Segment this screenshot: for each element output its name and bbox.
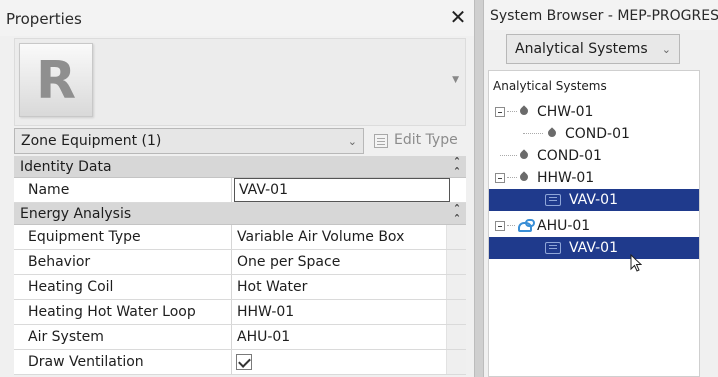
type-selector-row: Zone Equipment (1) ⌄ Edit Type (14, 128, 466, 154)
row-gutter (446, 300, 466, 324)
collapse-toggle-icon[interactable] (495, 107, 505, 117)
type-preview: R ▼ (14, 38, 466, 126)
tree-item-cond-01-child[interactable]: COND-01 (489, 123, 699, 145)
heating-coil-value[interactable]: Hot Water (233, 275, 446, 299)
properties-title-bar: Properties ✕ (0, 0, 474, 36)
row-gutter (446, 325, 466, 349)
property-row-heating-hot-water-loop: Heating Hot Water Loop HHW-01 (14, 300, 466, 325)
property-row-draw-ventilation: Draw Ventilation (14, 350, 466, 375)
chevron-down-icon: ⌄ (661, 43, 671, 56)
system-browser-title: System Browser - MEP-PROGRESS (490, 8, 718, 24)
tree-item-hhw-01[interactable]: HHW-01 (489, 167, 699, 189)
properties-scrollbar-track[interactable] (466, 36, 474, 377)
revit-logo-icon: R (19, 43, 93, 117)
property-name: Behavior (14, 250, 232, 274)
air-system-value[interactable]: AHU-01 (233, 325, 446, 349)
row-gutter (446, 275, 466, 299)
property-row-name: Name VAV-01 (14, 178, 466, 203)
tree-item-label: HHW-01 (537, 170, 595, 186)
properties-panel: Properties ✕ R ▼ Zone Equipment (1) ⌄ Ed… (0, 0, 474, 377)
properties-grid: Identity Data ˆˆ Name VAV-01 Energy Anal… (14, 156, 466, 375)
tree-item-vav-01-hhw[interactable]: VAV-01 (489, 189, 699, 211)
vav-box-icon (545, 194, 561, 206)
edit-type-button[interactable]: Edit Type (372, 128, 466, 154)
property-row-equipment-type: Equipment Type Variable Air Volume Box (14, 225, 466, 250)
draw-ventilation-checkbox[interactable] (236, 354, 252, 370)
tree-connector (523, 133, 543, 134)
behavior-value[interactable]: One per Space (233, 250, 446, 274)
water-drop-icon (519, 105, 529, 118)
tree-connector (500, 155, 517, 156)
tree-item-label: AHU-01 (537, 218, 591, 234)
water-drop-icon (547, 127, 557, 140)
row-gutter (446, 225, 466, 249)
water-drop-icon (519, 149, 529, 162)
collapse-toggle-icon[interactable] (495, 221, 505, 231)
water-drop-icon (519, 171, 529, 184)
chevron-down-icon: ⌄ (347, 135, 357, 148)
mouse-pointer-icon (630, 254, 642, 272)
air-handler-icon (517, 218, 535, 233)
tree-item-chw-01[interactable]: CHW-01 (489, 101, 699, 123)
property-row-heating-coil: Heating Coil Hot Water (14, 275, 466, 300)
property-name: Equipment Type (14, 225, 232, 249)
system-browser-panel: System Browser - MEP-PROGRESS Analytical… (484, 0, 718, 377)
equipment-type-value[interactable]: Variable Air Volume Box (233, 225, 446, 249)
systems-tree: Analytical Systems CHW-01 COND-01 COND-0… (488, 70, 700, 377)
row-gutter (446, 350, 466, 374)
close-icon[interactable]: ✕ (448, 6, 468, 28)
tree-connector (507, 225, 515, 226)
preview-dropdown-icon[interactable]: ▼ (452, 75, 459, 85)
tree-item-label: COND-01 (537, 148, 602, 164)
edit-type-label: Edit Type (394, 132, 458, 148)
tree-item-label: VAV-01 (569, 240, 618, 256)
tree-item-label: CHW-01 (537, 104, 594, 120)
category-identity-data[interactable]: Identity Data ˆˆ (14, 156, 466, 179)
category-energy-analysis[interactable]: Energy Analysis ˆˆ (14, 203, 466, 226)
tree-item-ahu-01[interactable]: AHU-01 (489, 215, 699, 237)
tree-item-label: COND-01 (565, 126, 630, 142)
property-name: Heating Hot Water Loop (14, 300, 232, 324)
tree-item-label: VAV-01 (569, 192, 618, 208)
edit-type-icon (374, 134, 388, 148)
name-field[interactable]: VAV-01 (234, 178, 450, 202)
property-name: Air System (14, 325, 232, 349)
collapse-icon[interactable]: ˆˆ (454, 157, 460, 179)
vav-box-icon (545, 242, 561, 254)
category-label: Identity Data (20, 159, 112, 175)
type-selector-dropdown[interactable]: Zone Equipment (1) ⌄ (14, 128, 364, 154)
properties-title: Properties (6, 10, 82, 28)
view-selector-dropdown[interactable]: Analytical Systems ⌄ (506, 34, 680, 64)
tree-connector (507, 111, 517, 112)
heating-hot-water-loop-value[interactable]: HHW-01 (233, 300, 446, 324)
system-browser-title-bar: System Browser - MEP-PROGRESS (484, 0, 718, 30)
category-label: Energy Analysis (20, 206, 132, 222)
tree-connector (507, 177, 517, 178)
property-row-air-system: Air System AHU-01 (14, 325, 466, 350)
property-row-behavior: Behavior One per Space (14, 250, 466, 275)
panel-splitter[interactable] (474, 0, 484, 377)
row-gutter (446, 250, 466, 274)
collapse-toggle-icon[interactable] (495, 173, 505, 183)
collapse-icon[interactable]: ˆˆ (454, 204, 460, 226)
property-name: Heating Coil (14, 275, 232, 299)
property-name: Name (14, 178, 232, 202)
tree-column-header: Analytical Systems (493, 79, 607, 93)
tree-item-cond-01[interactable]: COND-01 (489, 145, 699, 167)
view-selector-value: Analytical Systems (515, 41, 648, 57)
tree-item-vav-01-ahu[interactable]: VAV-01 (489, 237, 699, 259)
property-name: Draw Ventilation (14, 350, 232, 374)
type-selector-value: Zone Equipment (1) (21, 133, 162, 149)
